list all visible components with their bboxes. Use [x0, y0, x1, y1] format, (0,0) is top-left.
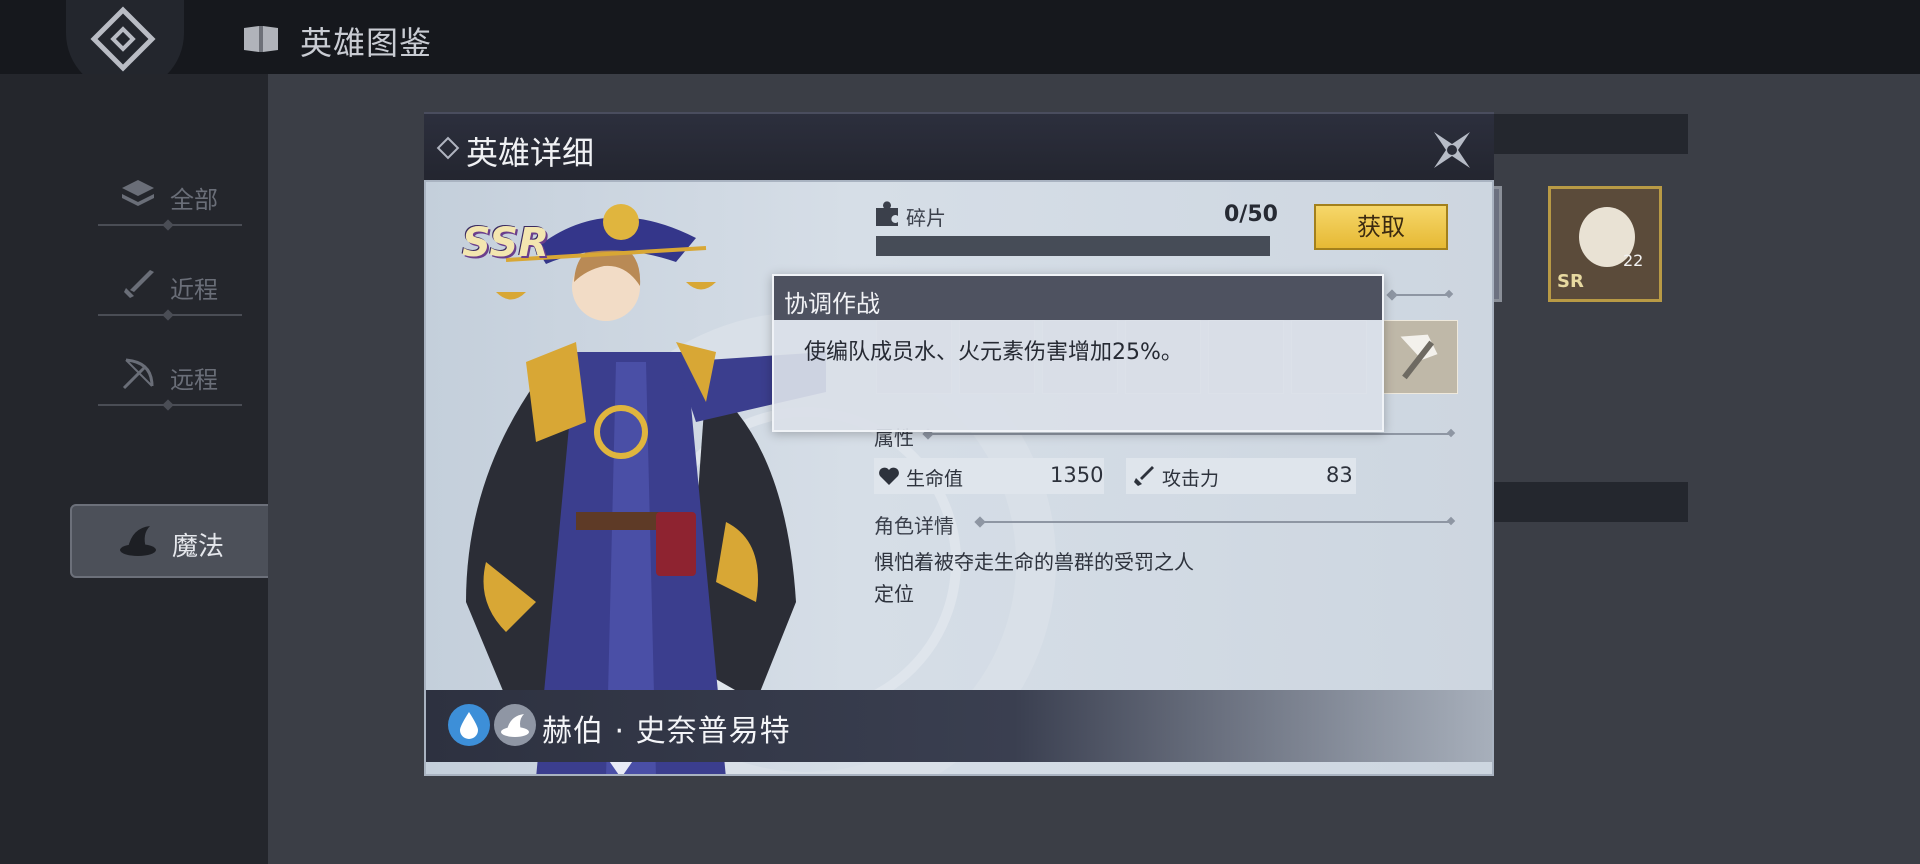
section-divider	[926, 433, 1452, 435]
close-icon[interactable]	[1430, 128, 1474, 172]
skill-axe-icon[interactable]	[1382, 320, 1458, 394]
bow-icon	[122, 358, 154, 390]
atk-value: 83	[1326, 463, 1353, 487]
dialog-header: 英雄详细	[424, 112, 1494, 182]
page-title: 英雄图鉴	[300, 24, 433, 62]
sword-icon	[1134, 466, 1154, 486]
magic-class-icon	[494, 704, 536, 746]
atk-stat: 攻击力 83	[1126, 458, 1356, 494]
sidebar-label: 魔法	[172, 532, 225, 562]
card-rarity: SR	[1557, 271, 1584, 292]
get-button[interactable]: 获取	[1314, 204, 1448, 250]
hero-role-label: 定位	[874, 582, 914, 606]
tooltip-title: 协调作战	[784, 290, 880, 318]
hp-stat: 生命值 1350	[874, 458, 1104, 494]
top-bar: 英雄图鉴	[0, 0, 1920, 114]
hero-description: 惧怕着被夺走生命的兽群的受罚之人	[874, 550, 1194, 574]
divider	[98, 314, 242, 316]
tooltip-header: 协调作战	[774, 276, 1382, 320]
witch-hat-icon	[120, 526, 156, 556]
hero-name-bar: 赫伯 · 史奈普易特	[426, 690, 1492, 762]
dialog-title: 英雄详细	[466, 134, 595, 172]
fragments-count: 0/50	[1224, 202, 1278, 227]
hp-label: 生命值	[906, 468, 964, 490]
fragments-progress-bar	[876, 236, 1270, 256]
section-divider	[1390, 294, 1450, 296]
list-header-strip	[1494, 482, 1688, 522]
fragments-label: 碎片	[906, 206, 946, 230]
diamond-icon	[436, 136, 460, 160]
card-level: 22	[1623, 251, 1644, 270]
sidebar-item-magic[interactable]: 魔法	[70, 504, 280, 578]
tooltip-text: 使编队成员水、火元素伤害增加25%。	[804, 340, 1183, 365]
sidebar-item-all[interactable]: 全部	[98, 166, 242, 226]
sidebar-label: 远程	[170, 366, 218, 394]
puzzle-icon	[876, 201, 898, 226]
hp-value: 1350	[1050, 463, 1104, 487]
atk-label: 攻击力	[1162, 468, 1220, 490]
sidebar-item-ranged[interactable]: 远程	[98, 346, 242, 406]
skill-tooltip: 协调作战 使编队成员水、火元素伤害增加25%。	[772, 274, 1384, 432]
sidebar-item-melee[interactable]: 近程	[98, 256, 242, 316]
section-divider	[978, 521, 1452, 523]
divider	[98, 224, 242, 226]
hero-portrait	[466, 204, 826, 774]
layers-icon	[122, 180, 154, 206]
rarity-badge: SSR	[462, 220, 549, 266]
details-label: 角色详情	[874, 514, 954, 538]
sidebar: 全部 近程 远程 魔法	[0, 74, 280, 864]
sidebar-label: 全部	[170, 186, 218, 214]
sidebar-label: 近程	[170, 276, 218, 304]
list-header-strip	[1494, 114, 1688, 154]
hero-card[interactable]: SR 22	[1548, 186, 1662, 302]
sword-icon	[124, 270, 154, 298]
book-icon	[244, 26, 278, 52]
water-element-icon	[448, 704, 490, 746]
heart-icon	[879, 467, 899, 485]
divider	[98, 404, 242, 406]
hero-name: 赫伯 · 史奈普易特	[542, 714, 791, 749]
